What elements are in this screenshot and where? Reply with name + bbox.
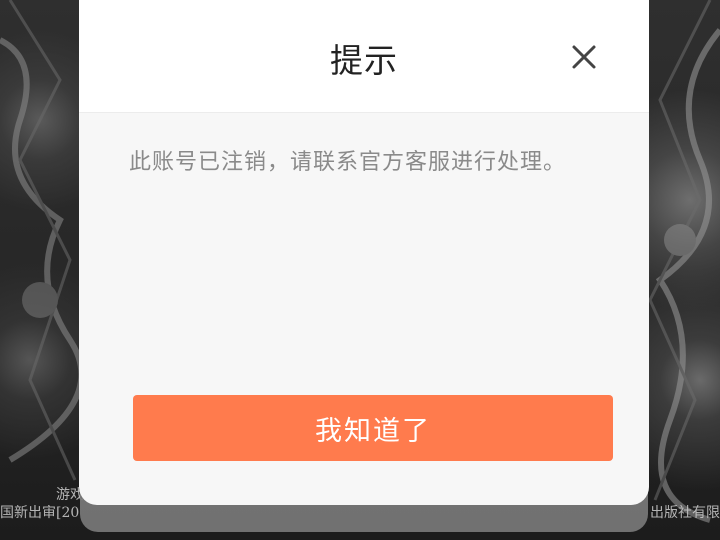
dialog-title: 提示	[330, 41, 398, 80]
close-button[interactable]	[567, 40, 601, 74]
confirm-button[interactable]: 我知道了	[133, 395, 613, 461]
app-background: 游戏 国新出审[20 出版社有限 提示 此账号已注销，请联系官方客服进行处理。 …	[0, 0, 720, 540]
background-footer-publisher-text: 出版社有限	[650, 505, 720, 521]
dialog-message: 此账号已注销，请联系官方客服进行处理。	[129, 150, 567, 175]
alert-dialog: 提示 此账号已注销，请联系官方客服进行处理。 我知道了	[79, 0, 649, 505]
background-artwork-right	[648, 0, 720, 523]
dialog-header: 提示	[79, 0, 649, 113]
close-icon	[572, 45, 596, 69]
background-artwork-left	[0, 0, 80, 481]
